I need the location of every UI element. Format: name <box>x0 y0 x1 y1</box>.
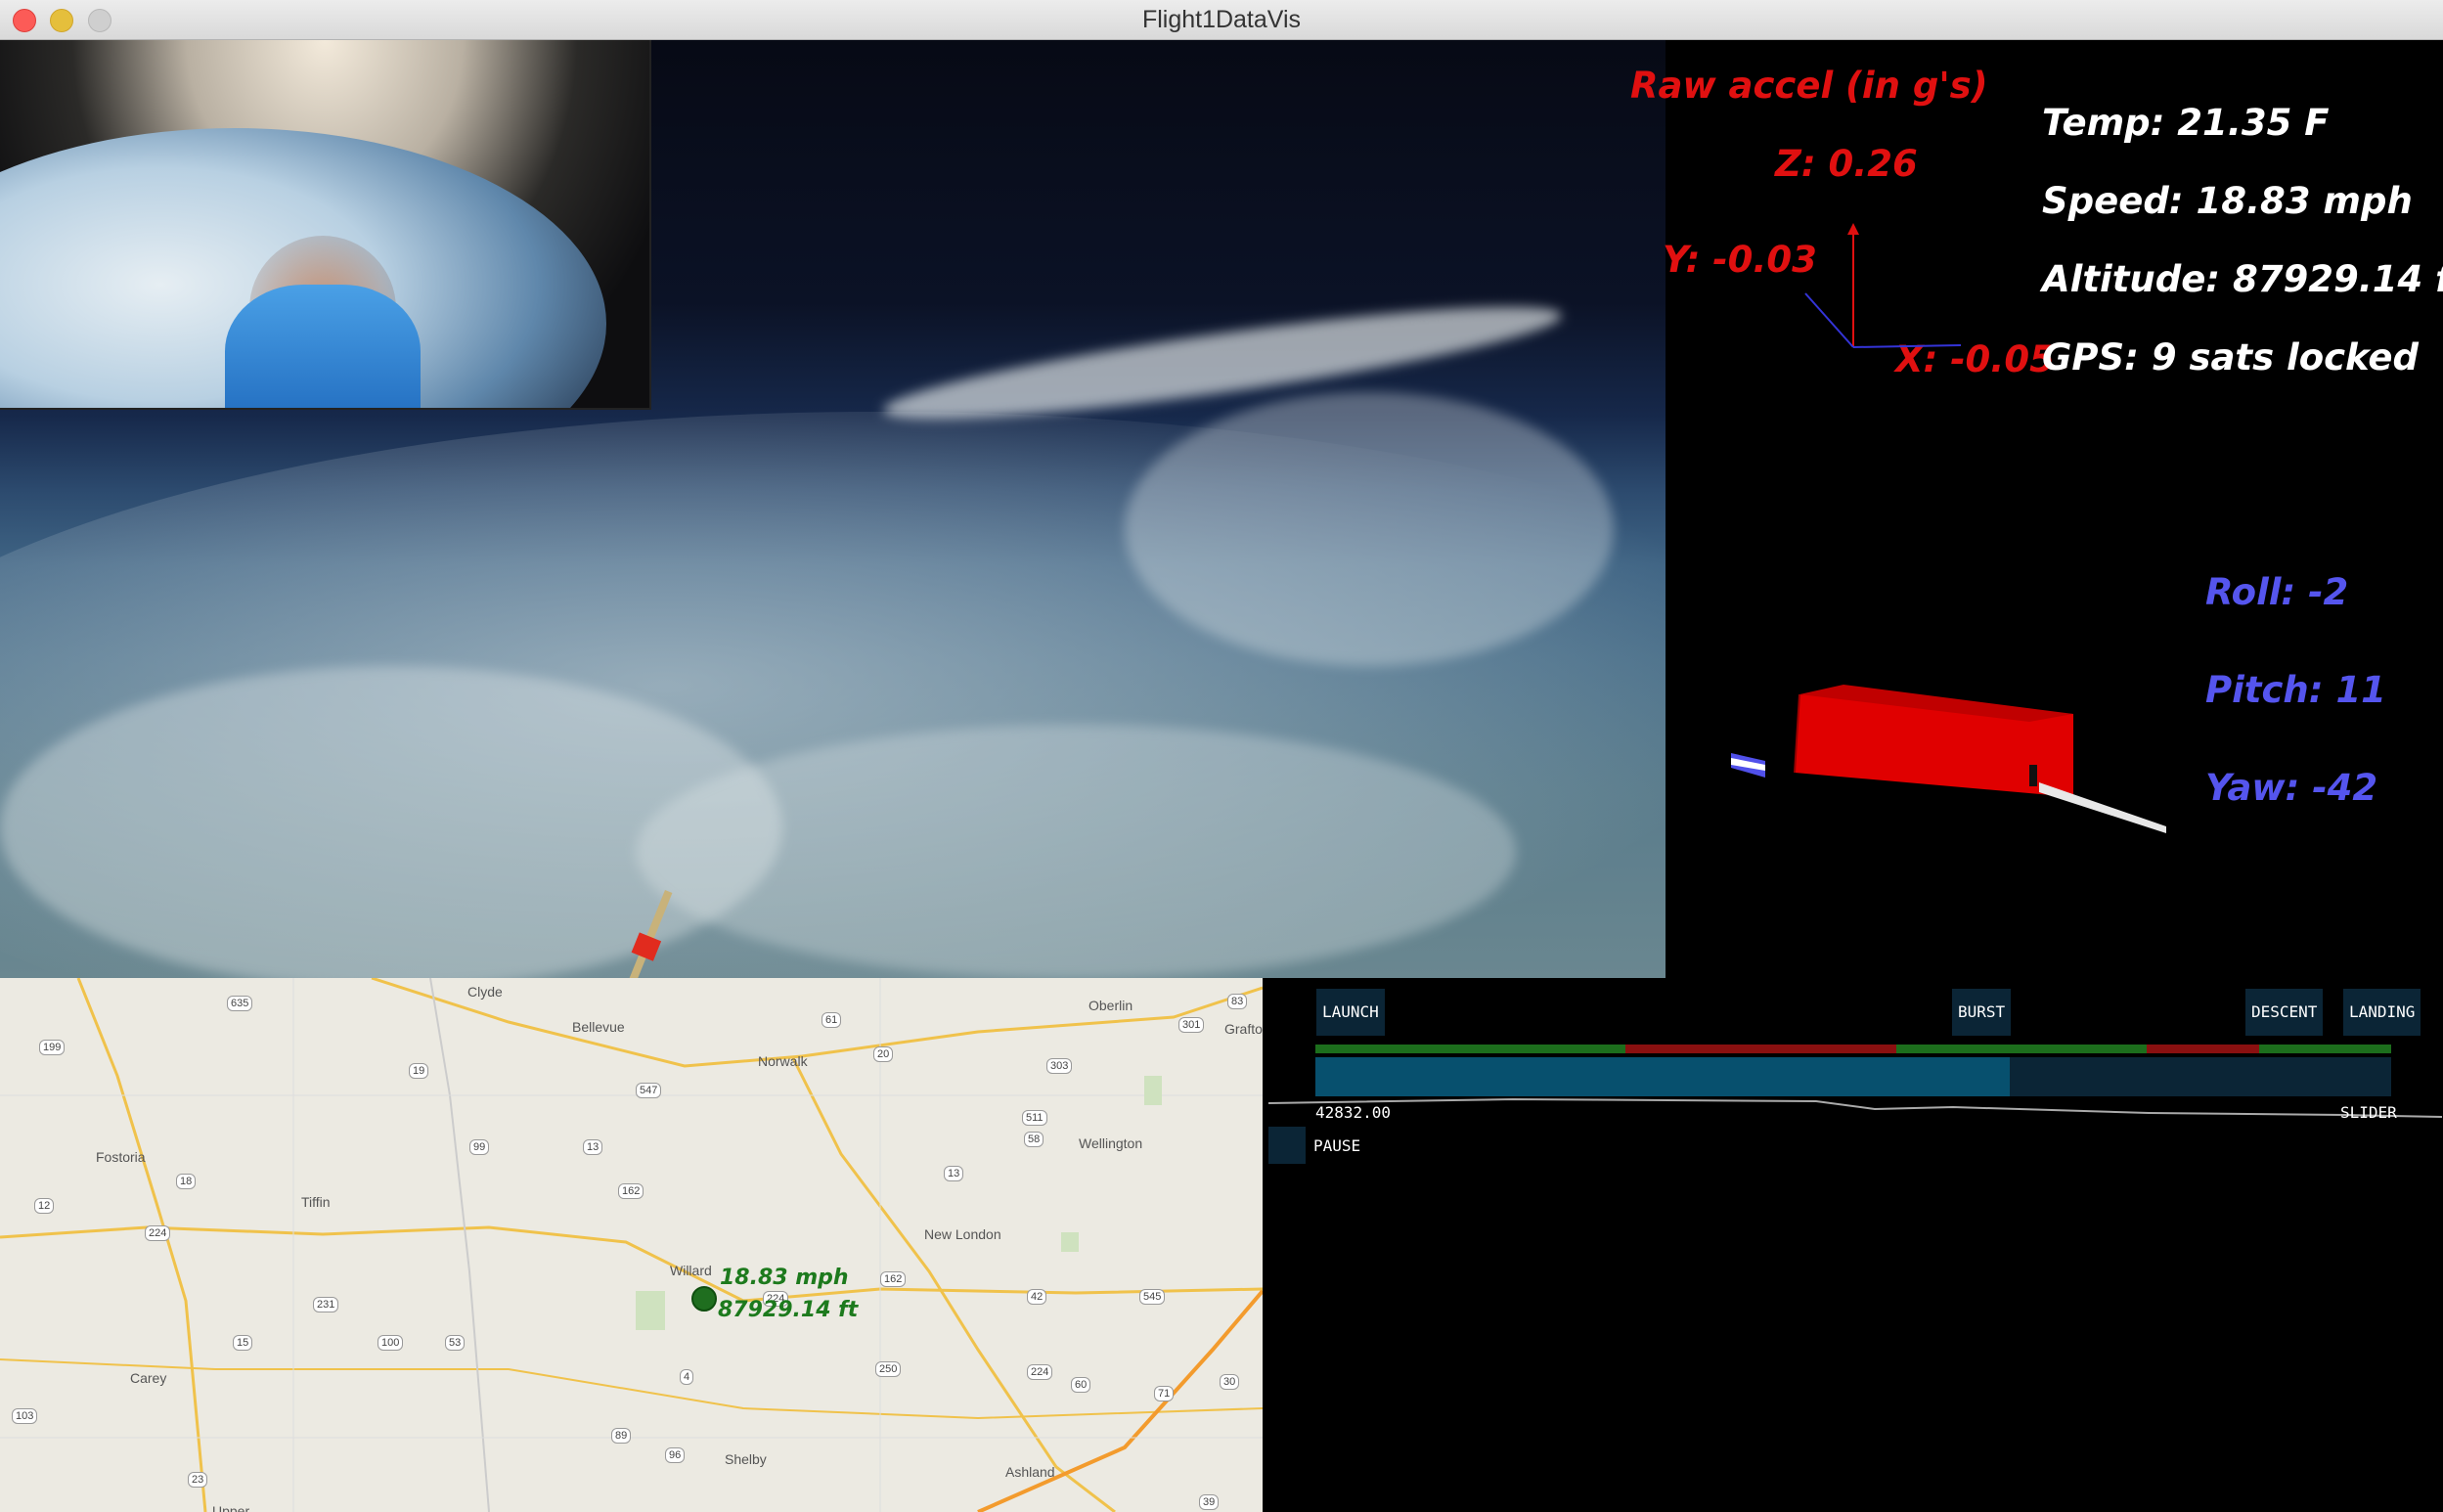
route-shield: 250 <box>875 1361 902 1377</box>
route-shield: 53 <box>445 1335 466 1351</box>
route-shield: 100 <box>378 1335 404 1351</box>
map-town-label: Oberlin <box>1088 998 1133 1013</box>
yaw-readout: Yaw: -42 <box>2205 767 2378 809</box>
map-town-label: Upper <box>212 1503 250 1512</box>
route-shield: 71 <box>1154 1386 1175 1401</box>
map-town-label: Grafton <box>1224 1021 1263 1037</box>
altitude-profile-line <box>1268 1097 2442 1118</box>
route-shield: 61 <box>822 1012 842 1028</box>
speed-readout: Speed: 18.83 mph <box>2042 180 2413 222</box>
altitude-readout: Altitude: 87929.14 ft <box>2042 258 2443 300</box>
route-shield: 547 <box>636 1083 662 1098</box>
map-town-label: Fostoria <box>96 1149 146 1165</box>
map-roads <box>0 978 1263 1512</box>
map-town-label: Shelby <box>725 1451 767 1467</box>
route-shield: 4 <box>680 1369 694 1385</box>
route-shield: 20 <box>873 1046 894 1062</box>
map-town-label: Wellington <box>1079 1135 1143 1151</box>
route-shield: 12 <box>34 1198 55 1214</box>
route-shield: 96 <box>665 1447 686 1463</box>
route-shield: 19 <box>409 1063 429 1079</box>
map-town-label: Carey <box>130 1370 167 1386</box>
route-shield: 42 <box>1027 1289 1047 1305</box>
burst-event-button[interactable]: BURST <box>1952 989 2012 1036</box>
route-shield: 162 <box>618 1183 644 1199</box>
route-shield: 635 <box>227 996 253 1011</box>
slider-label: SLIDER <box>2340 1103 2397 1122</box>
map-town-label: Ashland <box>1005 1464 1055 1480</box>
map-town-label: Clyde <box>467 984 503 1000</box>
roll-readout: Roll: -2 <box>2205 571 2349 613</box>
route-shield: 303 <box>1046 1058 1073 1074</box>
route-shield: 89 <box>611 1428 632 1444</box>
map-town-label: Norwalk <box>758 1053 808 1069</box>
route-shield: 162 <box>880 1271 907 1287</box>
accel-axes-icon <box>1804 223 1962 348</box>
flight-phase-bar <box>1315 1045 2391 1053</box>
map-town-label: Tiffin <box>301 1194 331 1210</box>
descent-event-button[interactable]: DESCENT <box>2245 989 2324 1036</box>
marker-speed-label: 18.83 mph <box>720 1266 849 1290</box>
route-shield: 99 <box>469 1139 490 1155</box>
marker-altitude-label: 87929.14 ft <box>718 1298 859 1322</box>
secondary-camera-inset <box>0 40 651 410</box>
route-shield: 301 <box>1178 1017 1205 1033</box>
app-window: Flight1DataVis Raw accel (in g's) Z: 0.2… <box>0 0 2443 1512</box>
route-shield: 199 <box>39 1040 66 1055</box>
route-shield: 13 <box>944 1166 964 1181</box>
flight-map[interactable]: Clyde Bellevue Norwalk Oberlin Grafton F… <box>0 978 1263 1512</box>
route-shield: 39 <box>1199 1494 1220 1510</box>
accel-title: Raw accel (in g's) <box>1630 65 1988 107</box>
launch-event-button[interactable]: LAUNCH <box>1316 989 1385 1036</box>
route-shield: 30 <box>1220 1374 1240 1390</box>
playback-slider-fill <box>1315 1057 2010 1096</box>
route-shield: 13 <box>583 1139 603 1155</box>
route-shield: 545 <box>1139 1289 1166 1305</box>
temp-readout: Temp: 21.35 F <box>2042 102 2330 144</box>
balloon-position-marker[interactable] <box>691 1286 717 1312</box>
route-shield: 83 <box>1227 994 1248 1009</box>
pause-toggle[interactable] <box>1268 1127 1306 1164</box>
route-shield: 23 <box>188 1472 208 1488</box>
route-shield: 231 <box>313 1297 339 1312</box>
gps-readout: GPS: 9 sats locked <box>2042 336 2419 378</box>
payload-3d-model <box>1731 685 2166 833</box>
accel-z-label: Z: 0.26 <box>1775 143 1918 185</box>
landing-event-button[interactable]: LANDING <box>2343 989 2421 1036</box>
route-shield: 15 <box>233 1335 253 1351</box>
window-title: Flight1DataVis <box>1141 6 1302 33</box>
route-shield: 58 <box>1024 1132 1044 1147</box>
map-town-label: New London <box>924 1226 1001 1242</box>
route-shield: 18 <box>176 1174 197 1189</box>
route-shield: 103 <box>12 1408 38 1424</box>
title-bar: Flight1DataVis <box>0 0 2443 40</box>
route-shield: 224 <box>1027 1364 1053 1380</box>
route-shield: 60 <box>1071 1377 1091 1393</box>
route-shield: 224 <box>145 1225 171 1241</box>
pitch-readout: Pitch: 11 <box>2205 669 2386 711</box>
timestamp-value: 42832.00 <box>1315 1103 1392 1122</box>
map-town-label: Willard <box>670 1263 712 1278</box>
pause-label: PAUSE <box>1313 1136 1361 1155</box>
map-town-label: Bellevue <box>572 1019 625 1035</box>
route-shield: 511 <box>1022 1110 1047 1126</box>
